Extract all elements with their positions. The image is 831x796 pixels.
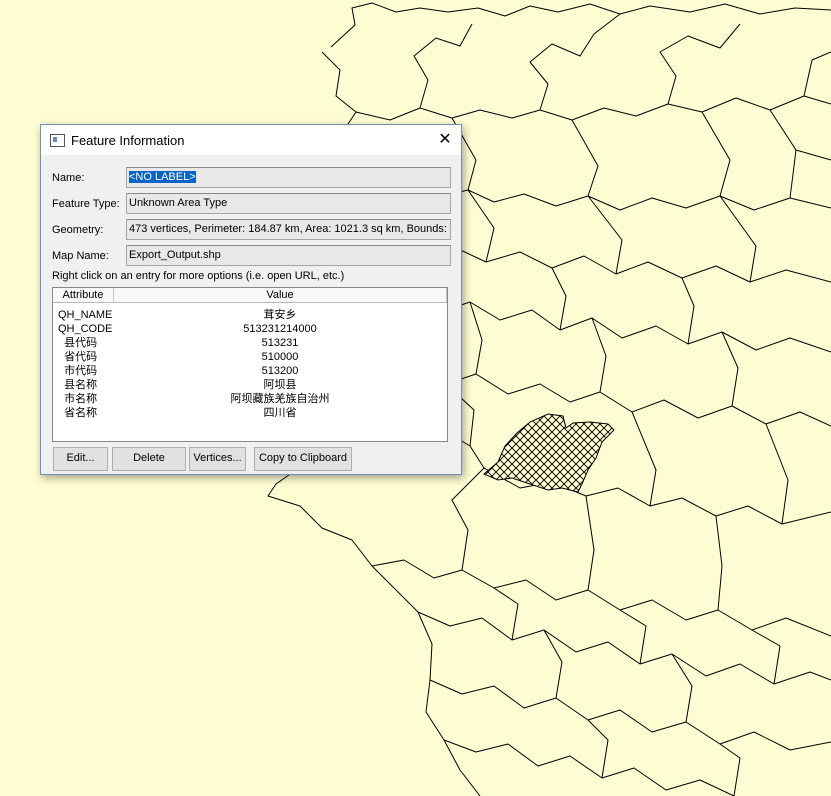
- copy-to-clipboard-button[interactable]: Copy to Clipboard: [254, 447, 352, 471]
- map-name-value: Export_Output.shp: [129, 249, 221, 261]
- row-value: 510000: [261, 351, 299, 363]
- name-value: <NO LABEL>: [129, 171, 196, 183]
- table-row[interactable]: 省代码 510000: [53, 350, 447, 364]
- row-attribute: QH_NAME: [58, 309, 113, 321]
- map-name-field[interactable]: Export_Output.shp: [126, 245, 451, 266]
- dialog-title: Feature Information: [71, 133, 185, 148]
- feature-type-field[interactable]: Unknown Area Type: [126, 193, 451, 214]
- column-header-value[interactable]: Value: [114, 288, 447, 302]
- table-header: Attribute Value: [53, 288, 447, 303]
- row-value: 茸安乡: [263, 309, 297, 321]
- table-row[interactable]: 省名称 四川省: [53, 406, 447, 420]
- geometry-field[interactable]: 473 vertices, Perimeter: 184.87 km, Area…: [126, 219, 451, 240]
- map-name-label: Map Name:: [52, 250, 109, 262]
- name-field[interactable]: <NO LABEL>: [126, 167, 451, 188]
- row-value: 阿坝县: [263, 379, 297, 391]
- row-attribute: 县代码: [58, 337, 98, 349]
- feature-information-dialog: Feature Information ✕ Name: <NO LABEL> F…: [40, 124, 462, 475]
- table-row[interactable]: QH_CODE 513231214000: [53, 322, 447, 336]
- context-hint: Right click on an entry for more options…: [52, 270, 345, 282]
- row-value: 513200: [261, 365, 299, 377]
- row-attribute: 省代码: [58, 351, 98, 363]
- row-value: 513231214000: [243, 323, 317, 335]
- dialog-titlebar[interactable]: Feature Information ✕: [41, 125, 461, 155]
- attribute-table[interactable]: Attribute Value QH_NAME 茸安乡 QH_CODE 513231…: [52, 287, 448, 442]
- table-row[interactable]: 县名称 阿坝县: [53, 378, 447, 392]
- delete-button[interactable]: Delete: [112, 447, 186, 471]
- table-row[interactable]: 市名称 阿坝藏族羌族自治州: [53, 392, 447, 406]
- window-icon: [50, 134, 65, 147]
- geometry-value: 473 vertices, Perimeter: 184.87 km, Area…: [129, 223, 451, 235]
- column-header-attribute[interactable]: Attribute: [53, 288, 114, 302]
- close-button[interactable]: ✕: [429, 125, 461, 155]
- table-row[interactable]: 市代码 513200: [53, 364, 447, 378]
- feature-type-label: Feature Type:: [52, 198, 120, 210]
- geometry-label: Geometry:: [52, 224, 104, 236]
- table-body: QH_NAME 茸安乡 QH_CODE 513231214000 县代码 513231…: [53, 308, 447, 420]
- vertices-button[interactable]: Vertices...: [189, 447, 246, 471]
- selected-district[interactable]: [483, 413, 615, 493]
- name-label: Name:: [52, 172, 85, 184]
- table-row[interactable]: 县代码 513231: [53, 336, 447, 350]
- row-attribute: 县名称: [58, 379, 98, 391]
- edit-button[interactable]: Edit...: [53, 447, 108, 471]
- row-attribute: 省名称: [58, 407, 98, 419]
- row-value: 阿坝藏族羌族自治州: [230, 393, 330, 405]
- row-attribute: 市代码: [58, 365, 98, 377]
- feature-type-value: Unknown Area Type: [129, 197, 228, 209]
- row-value: 513231: [261, 337, 299, 349]
- table-row[interactable]: QH_NAME 茸安乡: [53, 308, 447, 322]
- row-attribute: 市名称: [58, 393, 98, 405]
- row-attribute: QH_CODE: [58, 323, 113, 335]
- row-value: 四川省: [263, 407, 297, 419]
